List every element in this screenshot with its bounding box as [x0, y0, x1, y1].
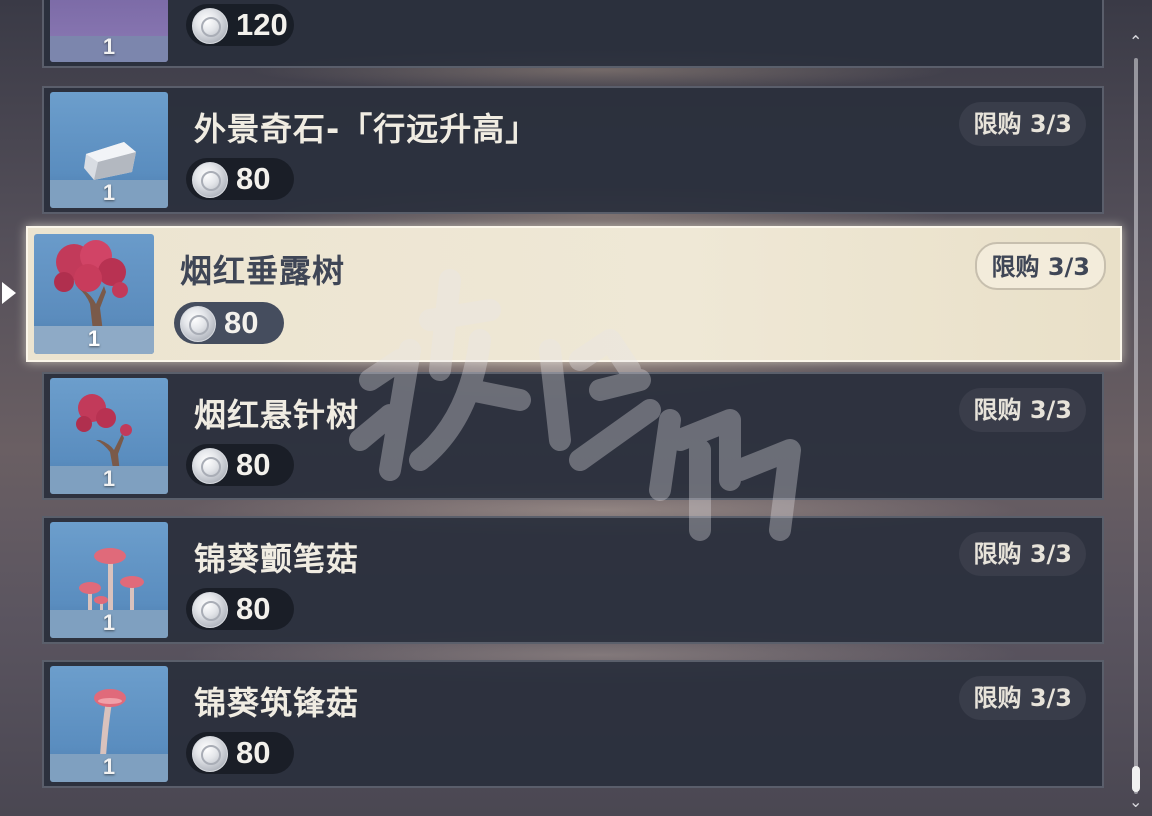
price-pill: 80	[174, 302, 284, 344]
item-thumbnail: 1	[50, 378, 168, 494]
item-quantity: 1	[87, 326, 101, 351]
silver-coin-icon	[192, 162, 228, 198]
item-thumbnail: 1	[50, 666, 168, 782]
purchase-limit-badge: 限购 3/3	[959, 532, 1086, 576]
silver-coin-icon	[192, 8, 228, 44]
price-value: 120	[236, 7, 288, 42]
item-thumbnail: 1	[34, 234, 154, 354]
item-quantity: 1	[102, 610, 116, 635]
scroll-up-icon[interactable]: ⌃	[1129, 32, 1142, 51]
item-quantity: 1	[102, 754, 116, 779]
item-thumbnail: 1	[50, 522, 168, 638]
price-value: 80	[236, 161, 271, 196]
silver-coin-icon	[192, 736, 228, 772]
price-value: 80	[236, 447, 271, 482]
selection-arrow-icon	[2, 282, 16, 304]
purchase-limit-badge: 限购 3/3	[975, 242, 1106, 290]
shop-item-5[interactable]: 1 锦葵筑锋菇 80 限购 3/3	[42, 660, 1104, 788]
price-pill: 80	[186, 444, 294, 486]
purchase-limit-badge: 限购 3/3	[959, 102, 1086, 146]
scrollbar[interactable]	[1132, 58, 1140, 794]
purchase-limit-badge: 限购 3/3	[959, 676, 1086, 720]
price-pill: 120	[186, 4, 294, 46]
shop-item-0[interactable]: 1 120	[42, 0, 1104, 68]
item-thumbnail: 1	[50, 92, 168, 208]
silver-coin-icon	[180, 306, 216, 342]
scroll-down-icon[interactable]: ⌄	[1129, 792, 1142, 811]
silver-coin-icon	[192, 592, 228, 628]
item-thumbnail: 1	[50, 0, 168, 62]
item-quantity: 1	[102, 34, 116, 59]
item-name: 烟红垂露树	[180, 252, 346, 290]
price-pill: 80	[186, 158, 294, 200]
purchase-limit-badge: 限购 3/3	[959, 388, 1086, 432]
item-name: 外景奇石-「行远升高」	[194, 110, 539, 148]
shop-item-1[interactable]: 1 外景奇石-「行远升高」 80 限购 3/3	[42, 86, 1104, 214]
scrollbar-thumb[interactable]	[1132, 766, 1140, 792]
item-name: 锦葵筑锋菇	[194, 684, 360, 722]
item-quantity: 1	[102, 466, 116, 491]
price-pill: 80	[186, 588, 294, 630]
item-quantity: 1	[102, 180, 116, 205]
price-value: 80	[236, 591, 271, 626]
price-value: 80	[224, 305, 259, 340]
price-pill: 80	[186, 732, 294, 774]
watermark-logo	[349, 269, 801, 541]
silver-coin-icon	[192, 448, 228, 484]
price-value: 80	[236, 735, 271, 770]
